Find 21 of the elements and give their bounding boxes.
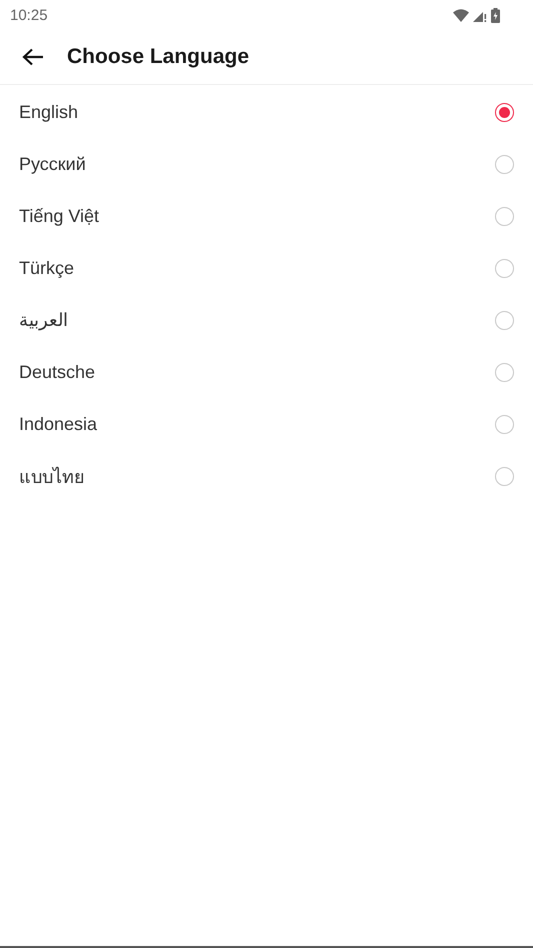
radio-button[interactable] [495, 258, 514, 278]
language-option[interactable]: Deutsche [0, 346, 533, 398]
radio-button[interactable] [495, 206, 514, 226]
language-option[interactable]: Русский [0, 138, 533, 190]
radio-button[interactable] [495, 362, 514, 382]
radio-button[interactable] [495, 414, 514, 434]
language-option[interactable]: العربية [0, 294, 533, 346]
back-arrow-icon[interactable] [22, 48, 44, 66]
language-option[interactable]: Tiếng Việt [0, 190, 533, 242]
radio-button[interactable] [495, 310, 514, 330]
screen-title: Choose Language [67, 45, 250, 69]
language-option[interactable]: แบบไทย [0, 450, 533, 502]
language-option[interactable]: Indonesia [0, 398, 533, 450]
language-option[interactable]: English [0, 86, 533, 138]
wifi-icon [453, 8, 469, 22]
radio-button[interactable] [495, 154, 514, 174]
status-time: 10:25 [10, 6, 48, 24]
language-option[interactable]: Türkçe [0, 242, 533, 294]
battery-icon [491, 8, 500, 22]
radio-button[interactable] [495, 466, 514, 486]
radio-button[interactable] [495, 102, 514, 122]
